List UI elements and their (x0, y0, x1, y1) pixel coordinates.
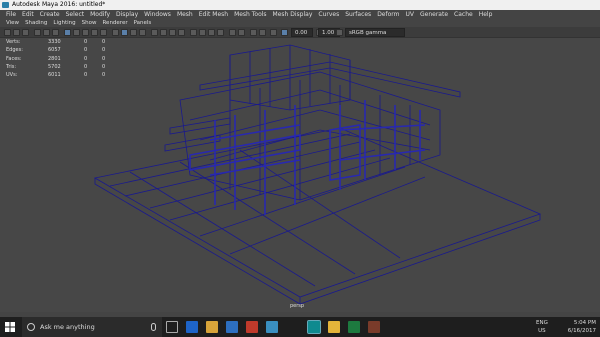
menu-mesh[interactable]: Mesh (174, 10, 196, 19)
use-all-lights-icon[interactable] (151, 29, 158, 36)
menu-mesh-tools[interactable]: Mesh Tools (231, 10, 269, 19)
menu-display[interactable]: Display (113, 10, 141, 19)
panel-menu-show[interactable]: Show (79, 19, 100, 27)
menu-file[interactable]: File (3, 10, 19, 19)
cortana-search-box[interactable]: Ask me anything (22, 317, 162, 337)
wireframe-icon[interactable] (112, 29, 119, 36)
windows-start-icon[interactable] (5, 322, 15, 332)
film-gate-icon[interactable] (82, 29, 89, 36)
clock-time: 5:04 PM (573, 320, 596, 326)
windows-taskbar: Ask me anything ENG US 5:04 PM 6/16/2017 (0, 317, 600, 337)
rotate-tool-icon[interactable] (43, 29, 50, 36)
menu-windows[interactable]: Windows (141, 10, 174, 19)
menu-curves[interactable]: Curves (315, 10, 342, 19)
edge-browser-icon[interactable] (186, 321, 198, 333)
menu-deform[interactable]: Deform (374, 10, 402, 19)
panel-menu-renderer[interactable]: Renderer (99, 19, 130, 27)
ground-slab-top (93, 127, 542, 298)
language-indicator[interactable]: ENG US (536, 319, 548, 335)
exposure-toggle-icon[interactable] (281, 29, 288, 36)
title-bar: Autodesk Maya 2016: untitled* (0, 0, 600, 10)
file-explorer-icon[interactable] (206, 321, 218, 333)
grid-icon[interactable] (73, 29, 80, 36)
cortana-icon (27, 323, 35, 331)
select-tool-icon[interactable] (4, 29, 11, 36)
view-transform-icon[interactable] (336, 29, 343, 36)
excel-icon[interactable] (348, 321, 360, 333)
microphone-icon[interactable] (151, 323, 156, 331)
smooth-shade-icon[interactable] (121, 29, 128, 36)
isolate-select-icon[interactable] (229, 29, 236, 36)
mail-icon[interactable] (266, 321, 278, 333)
menu-edit[interactable]: Edit (19, 10, 37, 19)
motion-blur-icon[interactable] (199, 29, 206, 36)
panel-menu-shading[interactable]: Shading (22, 19, 50, 27)
task-view-icon[interactable] (166, 321, 178, 333)
anti-aliasing-icon[interactable] (208, 29, 215, 36)
menu-generate[interactable]: Generate (417, 10, 451, 19)
hud-row: Edges: 6057 0 0 (6, 47, 106, 54)
window-title: Autodesk Maya 2016: untitled* (12, 1, 106, 8)
status-toolbar: 0.00 1.00 sRGB gamma (0, 27, 600, 38)
paint-tool-icon[interactable] (22, 29, 29, 36)
xray-active-icon[interactable] (238, 29, 245, 36)
camera-icon[interactable] (64, 29, 71, 36)
colorspace-dropdown[interactable]: sRGB gamma (345, 28, 405, 37)
xray-icon[interactable] (169, 29, 176, 36)
menu-select[interactable]: Select (63, 10, 88, 19)
wireframe-on-shaded-icon[interactable] (130, 29, 137, 36)
depth-of-field-icon[interactable] (217, 29, 224, 36)
menu-cache[interactable]: Cache (451, 10, 476, 19)
app-icon[interactable] (368, 321, 380, 333)
maya-app-icon (2, 2, 9, 8)
main-menubar: File Edit Create Select Modify Display W… (0, 10, 600, 19)
poly-count-hud: Verts: 3330 0 0 Edges: 6057 0 0 Faces: 2801 0 0 T… (6, 38, 105, 79)
exposure-icon[interactable] (250, 29, 257, 36)
scale-tool-icon[interactable] (52, 29, 59, 36)
chrome-icon[interactable] (328, 321, 340, 333)
exposure-field[interactable]: 0.00 (291, 28, 313, 37)
menu-edit-mesh[interactable]: Edit Mesh (196, 10, 231, 19)
menu-mesh-display[interactable]: Mesh Display (270, 10, 316, 19)
textured-icon[interactable] (139, 29, 146, 36)
color-management-icon[interactable] (270, 29, 277, 36)
hud-row: UVs: 6011 0 0 (6, 72, 106, 79)
menu-modify[interactable]: Modify (87, 10, 113, 19)
photoshop-icon[interactable] (246, 321, 258, 333)
lasso-tool-icon[interactable] (13, 29, 20, 36)
panel-menu-lighting[interactable]: Lighting (50, 19, 78, 27)
search-placeholder: Ask me anything (40, 323, 95, 331)
ambient-occlusion-icon[interactable] (190, 29, 197, 36)
maya-taskbar-icon[interactable] (307, 320, 321, 334)
hud-row: Tris: 5702 0 0 (6, 63, 106, 70)
hud-row: Faces: 2801 0 0 (6, 55, 106, 62)
field-chart-icon[interactable] (100, 29, 107, 36)
panel-menu-view[interactable]: View (3, 19, 22, 27)
clock-date: 6/16/2017 (567, 328, 596, 334)
maya-window: Autodesk Maya 2016: untitled* File Edit … (0, 0, 600, 337)
resolution-gate-icon[interactable] (91, 29, 98, 36)
panel-menubar: View Shading Lighting Show Renderer Pane… (0, 19, 151, 27)
panel-menu-panels[interactable]: Panels (131, 19, 155, 27)
ground-slab-side (94, 178, 541, 305)
menu-create[interactable]: Create (37, 10, 63, 19)
menu-surfaces[interactable]: Surfaces (342, 10, 374, 19)
menu-uv[interactable]: UV (403, 10, 418, 19)
store-icon[interactable] (226, 321, 238, 333)
menu-help[interactable]: Help (476, 10, 496, 19)
system-clock[interactable]: 5:04 PM 6/16/2017 (568, 319, 596, 335)
xray-joints-icon[interactable] (178, 29, 185, 36)
gamma-icon[interactable] (259, 29, 266, 36)
shadows-icon[interactable] (160, 29, 167, 36)
hud-row: Verts: 3330 0 0 (6, 39, 106, 45)
move-tool-icon[interactable] (34, 29, 41, 36)
camera-label: persp (290, 303, 305, 309)
